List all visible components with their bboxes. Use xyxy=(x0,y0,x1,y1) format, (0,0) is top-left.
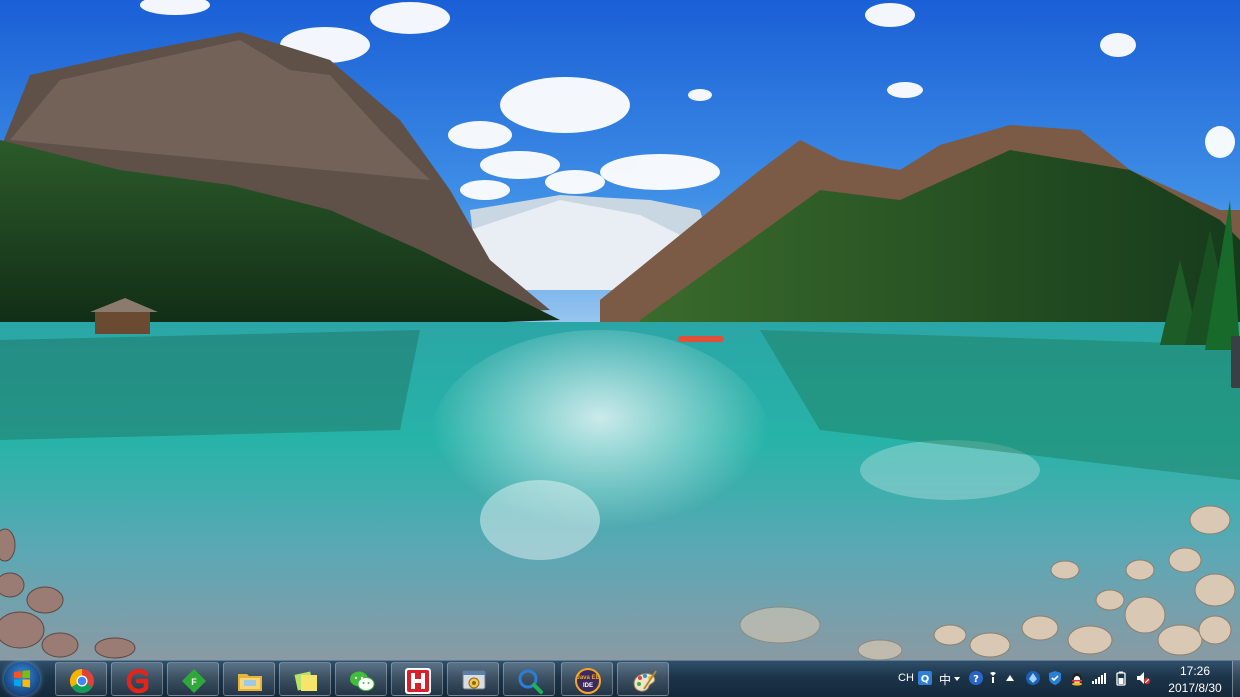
sticky-notes-icon xyxy=(294,671,317,691)
paint-icon xyxy=(633,670,657,692)
ime-mode-indicator[interactable]: 中 xyxy=(939,671,951,688)
input-method-icon[interactable]: Q xyxy=(917,670,933,686)
ime-dropdown-icon[interactable] xyxy=(953,670,961,686)
green-diamond-icon: F xyxy=(182,669,206,693)
clock-time[interactable]: 17:26 xyxy=(1163,664,1227,678)
volume-muted-icon[interactable] xyxy=(1135,670,1151,686)
taskbar-app-paint[interactable] xyxy=(617,662,669,696)
folder-icon xyxy=(238,674,262,691)
svg-text:IDE: IDE xyxy=(583,683,593,689)
start-button[interactable] xyxy=(4,662,40,696)
desktop-wallpaper xyxy=(0,0,1240,660)
taskbar-app-f[interactable]: F xyxy=(167,662,219,696)
ime-options-icon[interactable] xyxy=(988,670,998,686)
svg-text:Q: Q xyxy=(921,674,930,685)
security-shield-icon[interactable] xyxy=(1047,670,1063,686)
language-indicator[interactable]: CH xyxy=(898,672,914,684)
wechat-icon xyxy=(350,671,375,691)
clock-date[interactable]: 2017/8/30 xyxy=(1160,681,1230,695)
svg-text:?: ? xyxy=(973,674,979,685)
taskbar-app-explorer[interactable] xyxy=(223,662,275,696)
taskbar-app-wechat[interactable] xyxy=(335,662,387,696)
qq-penguin-icon[interactable] xyxy=(1069,670,1085,686)
h-logo-icon xyxy=(405,668,431,694)
magnifier-icon xyxy=(518,669,543,694)
wallpaper-image xyxy=(0,0,1240,660)
show-desktop-button[interactable] xyxy=(1232,661,1240,697)
taskbar-app-search-tool[interactable] xyxy=(503,662,555,696)
taskbar-app-g[interactable] xyxy=(111,662,163,696)
control-panel-icon xyxy=(462,670,486,690)
network-signal-icon[interactable] xyxy=(1091,670,1107,686)
taskbar: F Java EE IDE CH Q 中 ? 17:26 2017/8/30 xyxy=(0,660,1240,697)
tray-app-blue-icon[interactable] xyxy=(1025,670,1041,686)
side-panel-tab[interactable] xyxy=(1231,336,1240,388)
java-ee-ide-icon: Java EE IDE xyxy=(575,668,601,694)
taskbar-app-control-panel[interactable] xyxy=(447,662,499,696)
g-logo-icon xyxy=(126,668,149,694)
taskbar-app-chrome[interactable] xyxy=(55,662,107,696)
svg-text:Java EE: Java EE xyxy=(576,675,599,681)
help-icon[interactable]: ? xyxy=(968,670,984,686)
taskbar-app-sticky-notes[interactable] xyxy=(279,662,331,696)
taskbar-app-java-ee-ide[interactable]: Java EE IDE xyxy=(561,662,613,696)
taskbar-app-h[interactable] xyxy=(391,662,443,696)
battery-icon[interactable] xyxy=(1113,670,1129,686)
show-hidden-icons-icon[interactable] xyxy=(1005,670,1015,686)
svg-text:F: F xyxy=(191,677,197,687)
chrome-icon xyxy=(69,669,94,694)
windows-logo-icon xyxy=(14,670,30,688)
